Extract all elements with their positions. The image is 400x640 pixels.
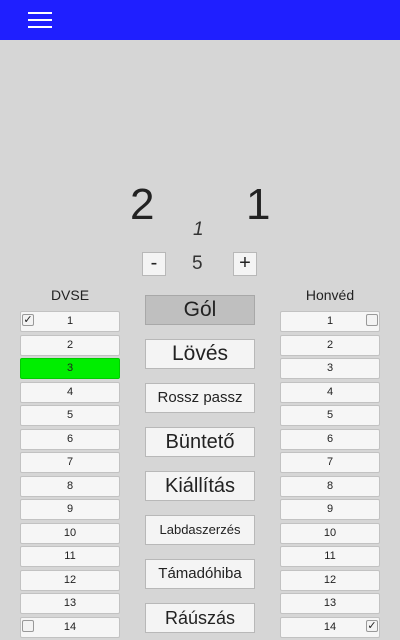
player-number: 9 [326, 503, 334, 515]
player-number: 5 [66, 409, 74, 421]
player-number: 4 [326, 385, 334, 398]
increment-button[interactable]: + [233, 252, 257, 276]
player-number: 6 [66, 432, 74, 445]
away-score: 1 [246, 180, 271, 229]
player-number: 3 [66, 362, 74, 374]
player-number: 10 [323, 526, 337, 539]
away-player-1-checkbox[interactable] [366, 314, 378, 326]
home-player-8[interactable]: 8 [20, 475, 120, 497]
away-player-5[interactable]: 5 [280, 405, 380, 426]
away-player-2[interactable]: 2 [280, 334, 380, 356]
home-player-9[interactable]: 9 [20, 499, 120, 520]
bad-pass-button[interactable]: Rossz passz [145, 383, 255, 413]
home-player-3[interactable]: 3 [20, 358, 120, 379]
player-number: 1 [66, 315, 74, 327]
period-indicator: 1 [193, 219, 204, 240]
home-player-1-checkbox[interactable]: ✓ [22, 314, 34, 326]
away-player-12[interactable]: 12 [280, 569, 380, 591]
goal-button[interactable]: Gól [145, 295, 255, 325]
decrement-button[interactable]: - [142, 252, 166, 276]
player-number: 7 [66, 456, 74, 468]
home-player-14[interactable]: 14 [20, 616, 120, 638]
home-player-12[interactable]: 12 [20, 569, 120, 591]
home-player-list: ✓ 1 2 3 4 5 6 7 8 9 10 11 12 13 14 [20, 311, 120, 640]
exclusion-button[interactable]: Kiállítás [145, 471, 255, 501]
home-player-11[interactable]: 11 [20, 546, 120, 567]
top-app-bar [0, 0, 400, 40]
player-number: 12 [323, 573, 337, 586]
player-number: 7 [326, 456, 334, 468]
player-number: 2 [326, 338, 334, 351]
swim-off-button[interactable]: Ráúszás [145, 603, 255, 633]
away-player-4[interactable]: 4 [280, 381, 380, 403]
player-number: 11 [64, 550, 76, 562]
penalty-button[interactable]: Büntető [145, 427, 255, 457]
attack-error-button[interactable]: Támadóhiba [145, 559, 255, 589]
player-number: 13 [323, 597, 337, 609]
away-player-8[interactable]: 8 [280, 475, 380, 497]
player-number: 13 [63, 597, 77, 609]
player-number: 4 [66, 385, 74, 398]
player-number: 12 [63, 573, 77, 586]
away-player-3[interactable]: 3 [280, 358, 380, 379]
home-player-2[interactable]: 2 [20, 334, 120, 356]
player-number: 1 [326, 315, 334, 327]
home-player-6[interactable]: 6 [20, 428, 120, 450]
shot-button[interactable]: Lövés [145, 339, 255, 369]
hamburger-menu-icon[interactable] [28, 11, 52, 29]
home-player-5[interactable]: 5 [20, 405, 120, 426]
away-player-14-checkbox[interactable]: ✓ [366, 619, 378, 632]
away-player-10[interactable]: 10 [280, 522, 380, 544]
home-player-10[interactable]: 10 [20, 522, 120, 544]
home-player-7[interactable]: 7 [20, 452, 120, 473]
player-number: 6 [326, 432, 334, 445]
away-player-6[interactable]: 6 [280, 428, 380, 450]
player-number: 2 [66, 338, 74, 351]
steal-button[interactable]: Labdaszerzés [145, 515, 255, 545]
player-number: 10 [63, 526, 77, 539]
player-number: 14 [63, 620, 77, 633]
player-number: 11 [324, 550, 336, 562]
home-player-4[interactable]: 4 [20, 381, 120, 403]
away-player-list: 1 2 3 4 5 6 7 8 9 10 11 12 13 ✓ 14 [280, 311, 380, 640]
away-player-14[interactable]: ✓ 14 [280, 616, 380, 638]
home-player-1[interactable]: ✓ 1 [20, 311, 120, 332]
away-player-13[interactable]: 13 [280, 593, 380, 614]
player-number: 8 [326, 479, 334, 492]
away-team-name: Honvéd [305, 287, 355, 303]
away-player-9[interactable]: 9 [280, 499, 380, 520]
player-number: 14 [323, 620, 337, 633]
player-number: 9 [66, 503, 74, 515]
player-number: 3 [326, 362, 334, 374]
player-number: 5 [326, 409, 334, 421]
away-player-7[interactable]: 7 [280, 452, 380, 473]
away-player-11[interactable]: 11 [280, 546, 380, 567]
player-number: 8 [66, 479, 74, 492]
home-player-13[interactable]: 13 [20, 593, 120, 614]
home-team-name: DVSE [50, 287, 90, 303]
away-player-1[interactable]: 1 [280, 311, 380, 332]
stepper-value: 5 [192, 253, 203, 274]
home-score: 2 [130, 180, 155, 229]
home-player-14-checkbox[interactable] [22, 619, 34, 632]
